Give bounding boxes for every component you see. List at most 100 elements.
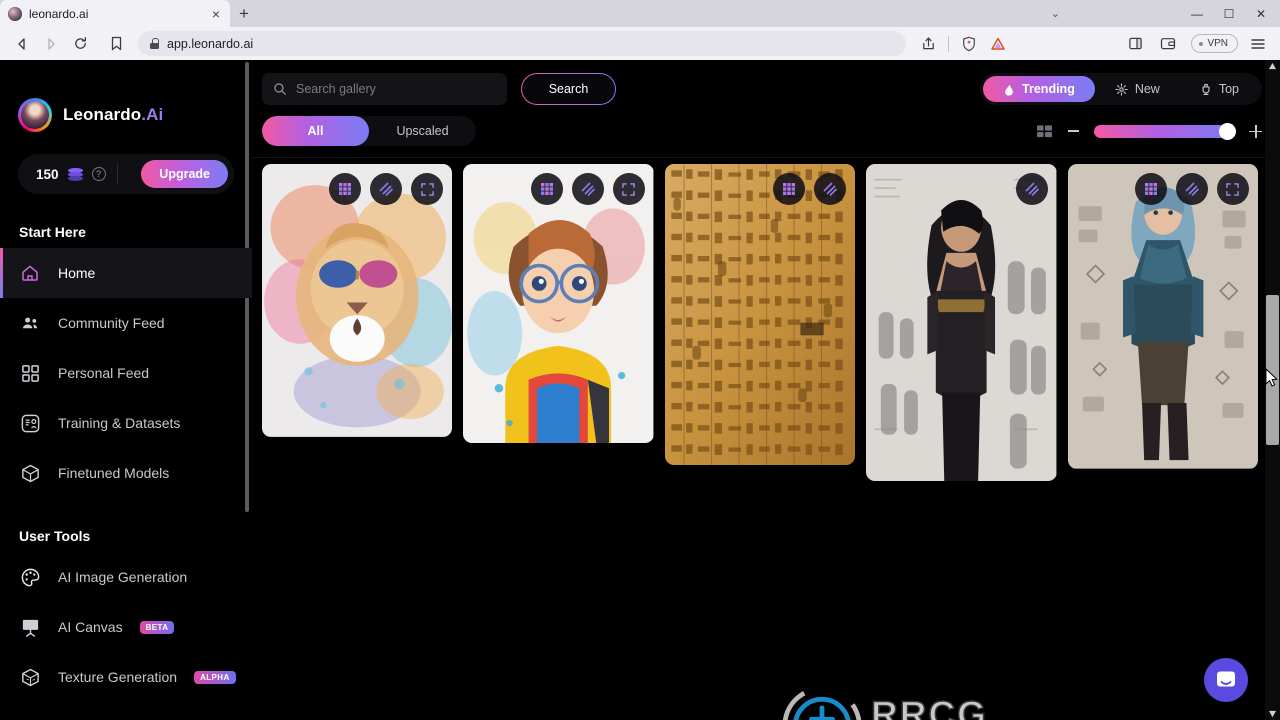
filter-tab-all[interactable]: All bbox=[262, 116, 369, 146]
zoom-slider[interactable] bbox=[1094, 122, 1236, 140]
upscale-icon[interactable] bbox=[530, 173, 563, 205]
leonardo-avatar-icon bbox=[18, 98, 52, 132]
sort-tab-trending[interactable]: Trending bbox=[983, 76, 1095, 102]
search-input[interactable] bbox=[296, 82, 496, 96]
fullscreen-icon[interactable] bbox=[1216, 173, 1249, 205]
help-circle-icon[interactable]: ? bbox=[91, 167, 106, 181]
variation-icon[interactable] bbox=[1175, 173, 1208, 205]
leonardo-favicon-icon bbox=[8, 6, 22, 21]
sidebar-item-home[interactable]: Home bbox=[0, 248, 252, 298]
page-scrollbar[interactable] bbox=[1265, 60, 1280, 720]
share-icon[interactable] bbox=[915, 31, 941, 57]
bookmark-icon[interactable] bbox=[103, 31, 129, 57]
brand-name: Leonardo.Ai bbox=[63, 105, 163, 125]
sidebar-item-label: Home bbox=[58, 265, 96, 281]
sidebar-item-training-datasets[interactable]: Training & Datasets bbox=[0, 398, 252, 448]
variation-icon[interactable] bbox=[814, 173, 847, 205]
credits-divider bbox=[116, 163, 118, 185]
sort-tab-label: Top bbox=[1218, 82, 1239, 96]
intercom-launcher-button[interactable] bbox=[1204, 658, 1248, 702]
zoom-in-button[interactable] bbox=[1249, 124, 1262, 138]
artwork-hieroglyphs bbox=[664, 164, 856, 466]
gallery-zoom-control bbox=[1036, 122, 1262, 140]
sort-tab-new[interactable]: New bbox=[1095, 76, 1180, 102]
zoom-slider-knob[interactable] bbox=[1219, 122, 1236, 140]
variation-icon[interactable] bbox=[571, 173, 604, 205]
credits-bar: 150 ? Upgrade bbox=[18, 154, 234, 194]
back-icon[interactable] bbox=[9, 31, 35, 57]
fullscreen-icon[interactable] bbox=[612, 173, 645, 205]
sidebar-item-label: AI Image Generation bbox=[58, 569, 188, 585]
sort-tab-label: New bbox=[1134, 82, 1160, 96]
credits-amount: 150 bbox=[36, 166, 59, 182]
badge-alpha: ALPHA bbox=[194, 670, 236, 684]
maximize-button[interactable]: ☐ bbox=[1214, 2, 1244, 26]
gallery-card[interactable] bbox=[664, 164, 856, 466]
gallery-card[interactable] bbox=[463, 164, 654, 444]
filter-tab-upscaled[interactable]: Upscaled bbox=[369, 116, 476, 146]
grid-icon bbox=[19, 362, 41, 384]
sort-tab-group: Trending New Top bbox=[980, 73, 1262, 105]
search-field-wrapper[interactable] bbox=[262, 73, 507, 105]
upscale-icon[interactable] bbox=[773, 173, 806, 205]
texture-cube-icon bbox=[19, 666, 41, 688]
sidebar-section-user-tools: User Tools bbox=[19, 528, 91, 544]
sidebar-item-texture-generation[interactable]: Texture Generation ALPHA bbox=[0, 652, 252, 702]
sort-tab-label: Trending bbox=[1022, 82, 1075, 96]
hamburger-menu-icon[interactable] bbox=[1245, 31, 1271, 57]
home-icon bbox=[19, 262, 41, 284]
artwork-dark-sorceress bbox=[866, 164, 1057, 482]
zoom-out-button[interactable] bbox=[1068, 130, 1079, 132]
easel-icon bbox=[19, 616, 41, 638]
toolbar-row-filters: All Upscaled bbox=[262, 116, 1262, 146]
browser-tab[interactable]: leonardo.ai × bbox=[0, 0, 230, 27]
training-icon bbox=[19, 412, 41, 434]
gallery-card[interactable] bbox=[262, 164, 453, 437]
palette-icon bbox=[19, 566, 41, 588]
variation-icon[interactable] bbox=[1015, 173, 1048, 205]
sidebar-item-label: Texture Generation bbox=[58, 669, 178, 685]
leo-ai-icon[interactable] bbox=[985, 31, 1011, 57]
tab-search-chevron-icon[interactable]: ⌄ bbox=[1051, 7, 1060, 20]
new-tab-button[interactable]: + bbox=[230, 0, 258, 27]
community-icon bbox=[19, 312, 41, 334]
trophy-icon bbox=[1202, 83, 1210, 95]
minimize-button[interactable]: — bbox=[1182, 2, 1212, 26]
forward-icon bbox=[38, 31, 64, 57]
brand-name-main: Leonardo bbox=[63, 105, 142, 124]
sidebar-panel-icon[interactable] bbox=[1122, 31, 1148, 57]
close-window-button[interactable]: ✕ bbox=[1246, 2, 1276, 26]
grid-layout-icon[interactable] bbox=[1036, 124, 1053, 139]
sidebar-item-personal-feed[interactable]: Personal Feed bbox=[0, 348, 252, 398]
upscale-icon[interactable] bbox=[329, 173, 362, 205]
search-icon bbox=[274, 83, 286, 95]
upscale-icon[interactable] bbox=[1134, 173, 1167, 205]
brand-logo-link[interactable]: Leonardo.Ai bbox=[0, 60, 252, 132]
mouse-cursor-icon bbox=[1265, 368, 1278, 387]
tokens-icon bbox=[67, 167, 83, 181]
sidebar-item-ai-canvas[interactable]: AI Canvas BETA bbox=[0, 602, 252, 652]
search-button[interactable]: Search bbox=[521, 73, 616, 105]
toolbar-divider bbox=[948, 35, 950, 52]
variation-icon[interactable] bbox=[370, 173, 403, 205]
sidebar-item-community-feed[interactable]: Community Feed bbox=[0, 298, 252, 348]
close-tab-icon[interactable]: × bbox=[210, 7, 222, 21]
sidebar-item-ai-image-generation[interactable]: AI Image Generation bbox=[0, 552, 252, 602]
image-gallery bbox=[252, 158, 1280, 720]
gallery-card[interactable] bbox=[1067, 164, 1258, 469]
reload-icon[interactable] bbox=[67, 31, 93, 57]
badge-beta: BETA bbox=[139, 620, 175, 634]
address-bar[interactable]: app.leonardo.ai bbox=[138, 31, 907, 56]
sidebar-item-finetuned-models[interactable]: Finetuned Models bbox=[0, 448, 252, 498]
card-action-group bbox=[1015, 173, 1048, 205]
browser-chrome: leonardo.ai × + ⌄ — ☐ ✕ app.leonardo.ai bbox=[0, 0, 1280, 60]
gallery-card[interactable] bbox=[866, 164, 1057, 482]
upgrade-button[interactable]: Upgrade bbox=[141, 160, 228, 188]
vpn-status-button[interactable]: VPN bbox=[1191, 34, 1238, 53]
fullscreen-icon[interactable] bbox=[411, 173, 444, 205]
sort-tab-top[interactable]: Top bbox=[1180, 76, 1259, 102]
wallet-icon[interactable] bbox=[1155, 31, 1181, 57]
scroll-down-arrow-icon[interactable] bbox=[1268, 710, 1277, 718]
brave-shield-icon[interactable] bbox=[956, 31, 982, 57]
scroll-up-arrow-icon[interactable] bbox=[1268, 62, 1277, 70]
